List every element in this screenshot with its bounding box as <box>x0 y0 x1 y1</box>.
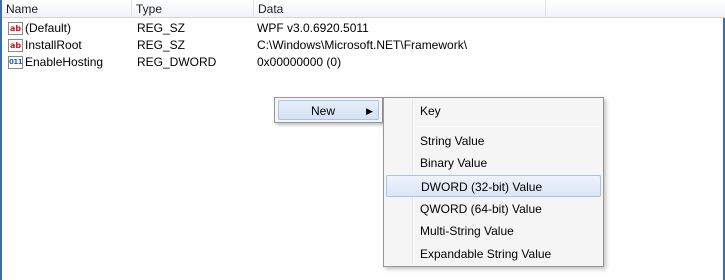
registry-values-pane: Name Type Data ab (Default) REG_SZ WPF v… <box>0 0 725 280</box>
submenu-item-label: QWORD (64-bit) Value <box>420 202 542 216</box>
submenu-item-label: DWORD (32-bit) Value <box>421 180 543 194</box>
column-header-name[interactable]: Name <box>2 0 132 18</box>
value-data: WPF v3.0.6920.5011 <box>257 21 369 35</box>
submenu-item-binary-value[interactable]: Binary Value <box>386 152 601 174</box>
submenu-item-key[interactable]: Key <box>386 100 601 122</box>
column-header: Name Type Data <box>2 0 725 18</box>
menu-separator <box>416 126 600 127</box>
submenu-item-label: Expandable String Value <box>420 247 552 261</box>
submenu-arrow-icon: ▶ <box>366 106 373 116</box>
submenu-item-qword-value[interactable]: QWORD (64-bit) Value <box>386 198 601 220</box>
new-submenu: Key String Value Binary Value DWORD (32-… <box>383 97 604 267</box>
submenu-item-string-value[interactable]: String Value <box>386 130 601 152</box>
value-data: C:\Windows\Microsoft.NET\Framework\ <box>257 38 468 52</box>
submenu-item-dword-value[interactable]: DWORD (32-bit) Value <box>386 175 601 197</box>
value-type: REG_DWORD <box>137 55 217 69</box>
value-name-cell: ab InstallRoot <box>8 37 132 54</box>
column-header-type[interactable]: Type <box>132 0 254 18</box>
menu-item-new-label: New <box>311 104 336 118</box>
submenu-item-expandable-string-value[interactable]: Expandable String Value <box>386 243 601 265</box>
string-value-icon: ab <box>8 39 23 52</box>
value-name-cell: ab (Default) <box>8 20 132 37</box>
submenu-item-multi-string-value[interactable]: Multi-String Value <box>386 220 601 242</box>
value-type: REG_SZ <box>137 21 186 35</box>
value-name-cell: 011 EnableHosting <box>8 54 132 71</box>
submenu-item-label: String Value <box>420 134 485 148</box>
value-type: REG_SZ <box>137 38 186 52</box>
column-header-data[interactable]: Data <box>254 0 546 18</box>
value-data: 0x00000000 (0) <box>257 55 342 69</box>
table-row[interactable]: ab (Default) REG_SZ WPF v3.0.6920.5011 <box>2 20 542 37</box>
table-row[interactable]: 011 EnableHosting REG_DWORD 0x00000000 (… <box>2 54 542 71</box>
value-name: EnableHosting <box>25 55 104 69</box>
submenu-item-label: Multi-String Value <box>420 224 514 238</box>
value-name: InstallRoot <box>25 38 82 52</box>
dword-value-icon: 011 <box>8 56 23 69</box>
menu-item-new[interactable]: New ▶ <box>278 100 379 120</box>
submenu-item-label: Binary Value <box>420 156 488 170</box>
string-value-icon: ab <box>8 22 23 35</box>
table-row[interactable]: ab InstallRoot REG_SZ C:\Windows\Microso… <box>2 37 542 54</box>
submenu-item-label: Key <box>420 104 441 118</box>
context-menu: New ▶ <box>274 97 383 123</box>
value-name: (Default) <box>25 21 72 35</box>
